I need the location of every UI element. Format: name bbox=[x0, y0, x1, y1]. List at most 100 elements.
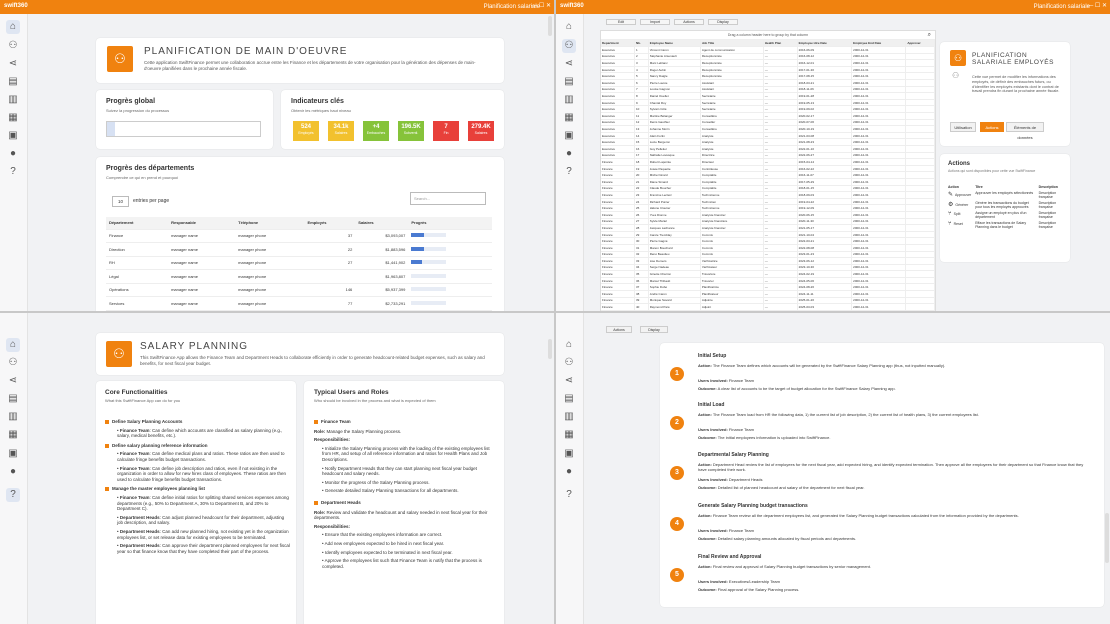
grid-row[interactable]: Finance 39 Monique Savard Adjointe —2025-01-… bbox=[601, 297, 935, 305]
search-input[interactable]: Search... bbox=[410, 192, 486, 205]
grid-cell[interactable]: Technicienne bbox=[700, 191, 764, 199]
grid-cell[interactable]: Finance bbox=[601, 310, 635, 311]
grid-cell[interactable]: 2000-12-31 bbox=[851, 138, 907, 146]
grid-cell[interactable]: 2000-12-31 bbox=[851, 237, 907, 245]
window-controls[interactable]: — ☐ ✕ bbox=[1087, 2, 1107, 9]
grid-row[interactable]: Executive 7 Louise Gagnon Assistant —2018-11… bbox=[601, 86, 935, 94]
grid-cell[interactable]: — bbox=[763, 303, 798, 311]
grid-cell[interactable]: Executive bbox=[601, 72, 635, 81]
grid-cell[interactable]: Directeur bbox=[700, 158, 764, 166]
grid-cell[interactable]: 2016-02-22 bbox=[797, 165, 853, 173]
grid-row[interactable]: Executive 14 Alain Fortin Analyste —2021-03-… bbox=[601, 132, 935, 140]
grid-cell[interactable]: 2000-12-31 bbox=[851, 218, 907, 226]
grid-cell[interactable]: Finance bbox=[601, 283, 635, 292]
grid-cell[interactable] bbox=[905, 303, 935, 311]
grid-cell[interactable] bbox=[905, 86, 935, 94]
grid-cell[interactable]: — bbox=[763, 218, 798, 226]
grid-cell[interactable]: 2000-12-31 bbox=[851, 198, 907, 206]
users-icon[interactable]: ⚇ bbox=[6, 356, 20, 370]
grid-cell[interactable]: Commis bbox=[700, 237, 764, 245]
grid-cell[interactable]: 2000-12-31 bbox=[851, 178, 907, 186]
grid-cell[interactable]: Louise Gagnon bbox=[648, 86, 701, 94]
table-row[interactable]: Légal manager name manager phone $1,963,807 bbox=[106, 269, 492, 284]
grid-cell[interactable]: 2000-12-31 bbox=[851, 66, 907, 74]
grid-cell[interactable]: — bbox=[763, 277, 798, 285]
grid-row[interactable]: Finance 35 Ginette Charron Trésorière —2024-… bbox=[601, 270, 935, 278]
grid-cell[interactable]: Monique Savard bbox=[648, 297, 701, 305]
grid-row[interactable]: Finance 36 Marcel Thibault Trésorier —2024-0… bbox=[601, 277, 935, 285]
book-open-icon[interactable]: ▥ bbox=[562, 410, 576, 424]
grid-cell[interactable]: 2000-12-31 bbox=[851, 251, 907, 259]
table-row[interactable]: RH manager name manager phone 27 $1,441,902 bbox=[106, 256, 492, 270]
grid-cell[interactable]: 2023-01-23 bbox=[797, 251, 853, 259]
grid-cell[interactable]: Robert Lapointe bbox=[648, 158, 701, 166]
grid-cell[interactable]: — bbox=[763, 231, 798, 239]
grid-cell[interactable]: Analyste financière bbox=[700, 218, 764, 226]
grid-row[interactable]: Executive 9 Chantal Roy Secrétaire —2019-05-… bbox=[601, 99, 935, 107]
grid-cell[interactable] bbox=[905, 79, 935, 87]
grid-cell[interactable]: 2000-12-31 bbox=[851, 264, 907, 272]
grid-cell[interactable]: Executive bbox=[601, 152, 635, 160]
grid-cell[interactable]: Comptable bbox=[700, 178, 764, 186]
grid-cell[interactable]: Executive bbox=[601, 53, 635, 61]
calendar-icon[interactable]: ▦ bbox=[6, 428, 20, 442]
grid-cell[interactable]: 27 bbox=[634, 218, 649, 226]
grid-cell[interactable] bbox=[905, 152, 935, 160]
grid-cell[interactable]: Executive bbox=[601, 92, 635, 100]
grid-cell[interactable] bbox=[905, 66, 935, 74]
grid-cell[interactable]: — bbox=[763, 257, 798, 265]
share-icon[interactable]: ⋖ bbox=[6, 57, 20, 71]
grid-cell[interactable] bbox=[905, 105, 935, 114]
grid-cell[interactable]: 31 bbox=[634, 244, 649, 252]
grid-cell[interactable]: — bbox=[763, 204, 798, 212]
grid-cell[interactable]: — bbox=[763, 92, 798, 100]
grid-cell[interactable]: Directrice bbox=[700, 152, 764, 160]
grid-cell[interactable]: 2020-02-17 bbox=[797, 112, 853, 120]
calendar-icon[interactable]: ▦ bbox=[562, 111, 576, 125]
grid-cell[interactable]: Sophie Dubé bbox=[648, 283, 701, 292]
grid-cell[interactable]: 39 bbox=[634, 297, 649, 305]
grid-cell[interactable]: 2018-03-21 bbox=[797, 79, 853, 87]
grid-cell[interactable]: 2025-03-03 bbox=[797, 303, 853, 311]
grid-cell[interactable]: 6 bbox=[634, 79, 649, 87]
grid-cell[interactable]: 2000-12-31 bbox=[851, 132, 907, 140]
grid-cell[interactable]: 2000-12-31 bbox=[851, 86, 907, 94]
grid-cell[interactable]: 2000-12-31 bbox=[851, 231, 907, 239]
grid-cell[interactable]: Secrétaire bbox=[700, 99, 764, 107]
grid-cell[interactable] bbox=[905, 277, 935, 285]
grid-cell[interactable]: 2 bbox=[634, 53, 649, 61]
grid-cell[interactable]: 2018-11-06 bbox=[797, 86, 853, 94]
grid-cell[interactable]: Finance bbox=[601, 191, 635, 199]
grid-cell[interactable]: 2000-12-31 bbox=[851, 310, 907, 311]
book-icon[interactable]: ▤ bbox=[6, 392, 20, 406]
grid-cell[interactable]: Agent de communication bbox=[700, 46, 764, 54]
grid-cell[interactable]: 2000-12-31 bbox=[851, 165, 907, 173]
grid-cell[interactable]: Yves Dionne bbox=[648, 211, 701, 219]
kpi-tile[interactable]: 34.1k Salaires bbox=[328, 121, 354, 141]
grid-cell[interactable]: 16 bbox=[634, 145, 649, 153]
grid-cell[interactable]: Pierre Gagné bbox=[648, 237, 701, 245]
grid-cell[interactable]: 2017-08-15 bbox=[797, 72, 853, 81]
home-icon[interactable]: ⌂ bbox=[562, 338, 576, 352]
help-icon[interactable]: ? bbox=[6, 165, 20, 179]
grid-cell[interactable] bbox=[905, 138, 935, 146]
toolbar-button[interactable]: Edit bbox=[606, 19, 636, 25]
grid-cell[interactable] bbox=[905, 46, 935, 54]
grid-cell[interactable] bbox=[905, 251, 935, 259]
grid-cell[interactable]: Conseillère bbox=[700, 125, 764, 133]
grid-cell[interactable]: Ginette Charron bbox=[648, 270, 701, 278]
kpi-tile[interactable]: 7 Fin bbox=[433, 121, 459, 141]
grid-cell[interactable]: Lucie Bergeron bbox=[648, 138, 701, 146]
grid-cell[interactable]: Executive bbox=[601, 112, 635, 120]
window-controls[interactable]: — ☐ ✕ bbox=[531, 2, 551, 9]
grid-cell[interactable]: Réceptionniste bbox=[700, 59, 764, 67]
grid-cell[interactable]: Josée Paquette bbox=[648, 165, 701, 173]
grid-cell[interactable]: Planificateur bbox=[700, 290, 764, 298]
grid-cell[interactable]: 4 bbox=[634, 66, 649, 74]
grid-cell[interactable] bbox=[905, 270, 935, 278]
grid-cell[interactable] bbox=[905, 112, 935, 120]
grid-cell[interactable]: 2024-11-11 bbox=[797, 290, 853, 298]
book-open-icon[interactable]: ▥ bbox=[6, 410, 20, 424]
grid-cell[interactable]: Réceptionniste bbox=[700, 66, 764, 74]
avatar-icon[interactable]: ● bbox=[6, 465, 20, 479]
